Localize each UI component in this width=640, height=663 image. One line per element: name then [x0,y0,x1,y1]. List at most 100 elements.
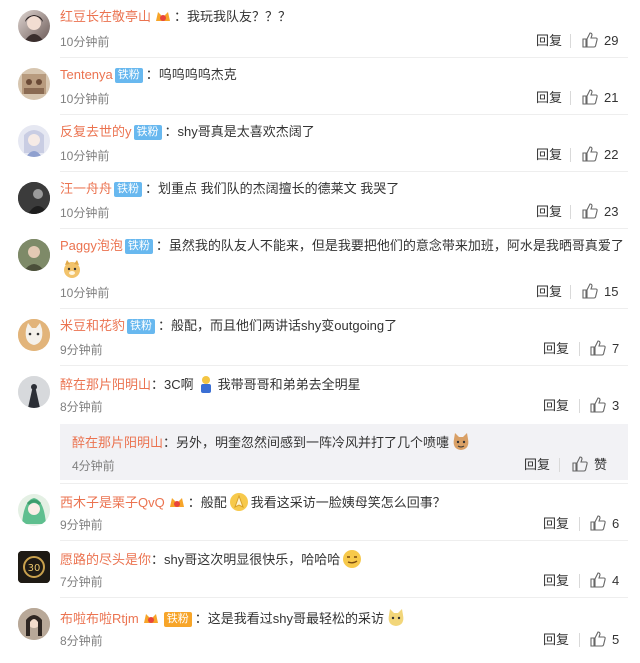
avatar[interactable] [18,608,50,640]
comment: 30 愿路的尽头是你：shy哥这次明显很快乐，哈哈哈 7分钟前 回复 4 [0,541,640,598]
reply-button[interactable]: 回复 [543,632,569,648]
username[interactable]: 醉在那片阳明山 [60,377,151,392]
reply-button[interactable]: 回复 [524,457,550,473]
fan-badge: 铁粉 [124,239,153,254]
comment-text: 虽然我的队友人不能来，但是我要把他们的意念带来加班，阿水是我晒哥真爱了 [168,238,624,253]
timestamp: 8分钟前 [60,634,103,648]
comment-text: 3C啊 [164,377,194,392]
username[interactable]: 醉在那片阳明山 [72,435,163,450]
comment-text: shy哥真是太喜欢杰阔了 [177,124,315,139]
divider [570,34,571,48]
reply-button[interactable]: 回复 [536,147,562,163]
reply-button[interactable]: 回复 [543,573,569,589]
divider [570,91,571,105]
like-count: 6 [612,516,620,531]
reply-button[interactable]: 回复 [536,204,562,220]
username[interactable]: Tentenya [60,67,113,82]
username[interactable]: 红豆长在敬亭山 [60,9,151,24]
comment: 布啦布啦Rtjm 铁粉 ：这是我看过shy哥最轻松的采访 8分钟前 回复 5 [0,598,640,663]
sub-reply: 醉在那片阳明山：另外，明奎忽然间感到一阵冷风并打了几个喷嚏 4分钟前 回复 赞 [60,424,628,480]
timestamp: 4分钟前 [72,459,115,473]
username[interactable]: 汪一舟舟 [60,181,112,196]
avatar[interactable] [18,182,50,214]
timestamp: 9分钟前 [60,518,103,532]
username[interactable]: 布啦布啦Rtjm [60,611,139,626]
cat-emoji-icon [451,432,471,452]
avatar[interactable] [18,239,50,271]
svg-text:30: 30 [28,563,41,574]
thumbs-up-icon[interactable] [572,456,588,472]
username[interactable]: 米豆和花豹 [60,318,125,333]
like-count: 29 [604,33,619,48]
reply-button[interactable]: 回复 [543,398,569,414]
smirk-emoji-icon [342,549,362,569]
thumbs-up-icon[interactable] [590,572,606,588]
fan-badge: 铁粉 [133,125,162,140]
thumbs-up-icon[interactable] [582,203,598,219]
thumbs-up-icon[interactable] [582,146,598,162]
comment-text: shy哥这次明显很快乐，哈哈哈 [164,552,341,567]
like-count: 7 [612,341,620,356]
timestamp: 10分钟前 [60,286,110,300]
avatar[interactable] [18,494,50,526]
person-emoji-icon [196,374,216,394]
comment: 米豆和花豹 铁粉 ：般配，而且他们两讲话shy变outgoing了 9分钟前 回复 … [0,309,640,366]
like-count: 3 [612,398,620,413]
username[interactable]: 愿路的尽头是你 [60,552,151,567]
reply-button[interactable]: 回复 [543,516,569,532]
avatar[interactable] [18,125,50,157]
reply-button[interactable]: 回复 [536,33,562,49]
like-count: 21 [604,90,619,105]
pray-emoji-icon [229,492,249,512]
comment-text: 我带哥哥和弟弟去全明星 [217,377,361,392]
divider [570,205,571,219]
thumbs-up-icon[interactable] [582,89,598,105]
thumbs-up-icon[interactable] [582,283,598,299]
like-count: 赞 [594,457,608,472]
timestamp: 7分钟前 [60,575,103,589]
comment-text: 呜呜呜呜杰克 [158,67,237,82]
divider [579,574,580,588]
avatar[interactable] [18,68,50,100]
reply-button[interactable]: 回复 [536,284,562,300]
username[interactable]: Paggy泡泡 [60,238,123,253]
doge-emoji-icon [62,259,82,279]
thumbs-up-icon[interactable] [590,631,606,647]
comment: Paggy泡泡 铁粉 ：虽然我的队友人不能来，但是我要把他们的意念带来加班，阿水是我… [0,229,640,309]
avatar[interactable] [18,376,50,408]
like-count: 4 [612,573,620,588]
timestamp: 9分钟前 [60,343,103,357]
divider [570,285,571,299]
avatar[interactable] [18,319,50,351]
like-count: 22 [604,147,619,162]
avatar[interactable] [18,10,50,42]
comment-text: 我看这采访一脸姨母笑怎么回事？ [250,495,446,510]
divider [579,517,580,531]
vip-crown-icon [168,495,186,509]
avatar[interactable]: 30 [18,551,50,583]
reply-button[interactable]: 回复 [536,90,562,106]
comment-text: 另外，明奎忽然间感到一阵冷风并打了几个喷嚏 [176,435,450,450]
thumbs-up-icon[interactable] [590,397,606,413]
timestamp: 10分钟前 [60,149,110,163]
vip-crown-icon [142,611,160,625]
comment: 红豆长在敬亭山 ：我玩我队友？？？ 10分钟前 回复 29 [0,0,640,58]
comment-text: 我玩我队友？？？ [187,9,292,24]
thumbs-up-icon[interactable] [590,340,606,356]
username[interactable]: 反复去世的y [60,124,132,139]
vip-crown-icon [154,9,172,23]
timestamp: 10分钟前 [60,35,110,49]
timestamp: 8分钟前 [60,400,103,414]
reply-button[interactable]: 回复 [543,341,569,357]
divider [559,458,560,472]
timestamp: 10分钟前 [60,92,110,106]
thumbs-up-icon[interactable] [590,515,606,531]
thumbs-up-icon[interactable] [582,32,598,48]
fan-badge: 铁粉 [127,319,156,334]
username[interactable]: 西木子是栗子QvQ [60,495,165,510]
like-count: 5 [612,632,620,647]
comment-text: 这是我看过shy哥最轻松的采访 [207,611,384,626]
comment: 汪一舟舟 铁粉 ：划重点 我们队的杰阔擅长的德莱文 我哭了 10分钟前 回复 23 [0,172,640,229]
divider [579,633,580,647]
fan-badge: 铁粉 [114,182,143,197]
